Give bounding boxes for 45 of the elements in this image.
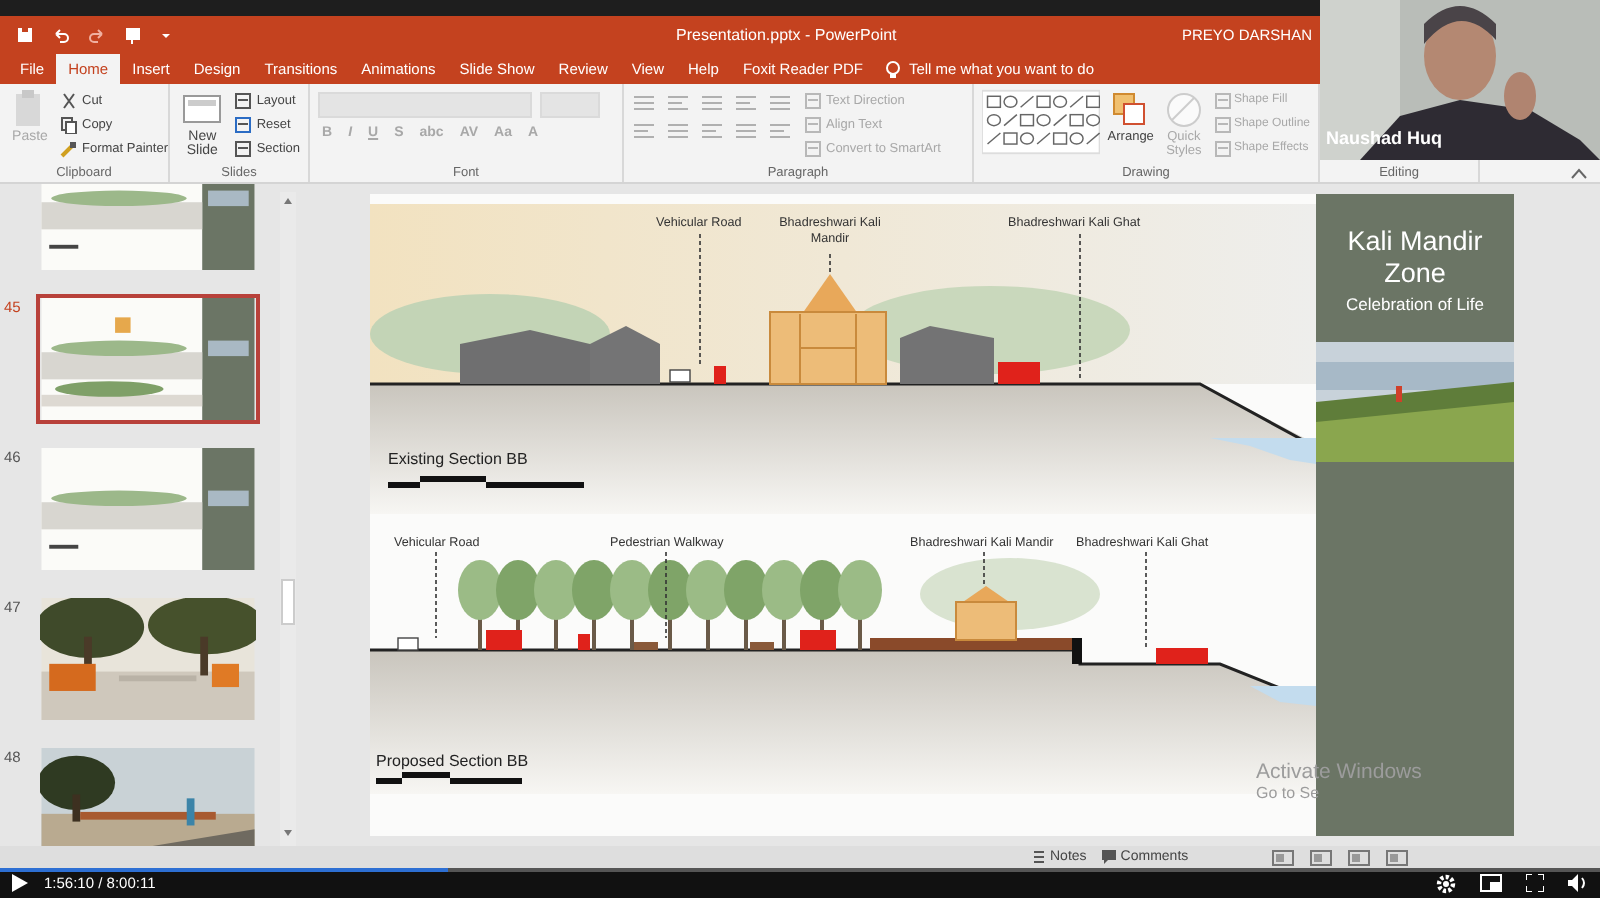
leader-line bbox=[665, 551, 667, 639]
undo-icon[interactable] bbox=[52, 26, 70, 44]
scissors-icon bbox=[60, 91, 78, 109]
slideshow-view-icon[interactable] bbox=[1386, 849, 1409, 865]
list-icon[interactable] bbox=[700, 94, 724, 112]
align-icon[interactable] bbox=[768, 122, 792, 140]
font-name-field[interactable] bbox=[318, 92, 532, 118]
section-caption: Proposed Section BB bbox=[376, 752, 529, 770]
leader-line bbox=[829, 253, 831, 275]
align-icon[interactable] bbox=[734, 122, 758, 140]
panel-subtitle: Celebration of Life bbox=[1345, 294, 1485, 314]
slideshow-icon[interactable] bbox=[124, 26, 142, 44]
save-icon[interactable] bbox=[16, 26, 34, 44]
align-icon[interactable] bbox=[666, 122, 690, 140]
paintbrush-icon bbox=[60, 139, 78, 157]
copy-icon bbox=[60, 115, 78, 133]
font-size-field[interactable] bbox=[540, 92, 600, 118]
scrollbar[interactable] bbox=[280, 192, 296, 846]
list-icon[interactable] bbox=[768, 94, 792, 112]
list-icon[interactable] bbox=[666, 94, 690, 112]
redo-icon[interactable] bbox=[88, 26, 106, 44]
leader-line bbox=[435, 551, 437, 639]
slide-sorter-icon[interactable] bbox=[1310, 849, 1333, 865]
leader-line bbox=[983, 551, 985, 587]
section-caption: Existing Section BB bbox=[388, 450, 528, 468]
play-icon[interactable] bbox=[12, 874, 28, 892]
lightbulb-icon bbox=[886, 59, 901, 79]
picture-in-picture-icon[interactable] bbox=[1480, 874, 1502, 892]
fullscreen-icon[interactable] bbox=[1526, 874, 1544, 892]
volume-icon[interactable] bbox=[1568, 874, 1588, 892]
reading-view-icon[interactable] bbox=[1348, 849, 1371, 865]
notes-icon bbox=[1032, 850, 1046, 864]
panel-title: Kali Mandir Zone bbox=[1345, 226, 1485, 290]
shapes-gallery[interactable] bbox=[982, 88, 1100, 156]
normal-view-icon[interactable] bbox=[1272, 849, 1295, 865]
speech-bubble-icon bbox=[1102, 850, 1117, 864]
leader-line bbox=[1145, 551, 1147, 649]
list-icon[interactable] bbox=[734, 94, 758, 112]
settings-icon[interactable] bbox=[1436, 873, 1456, 893]
align-icon[interactable] bbox=[700, 122, 724, 140]
leader-line bbox=[699, 233, 701, 367]
collapse-ribbon-icon[interactable] bbox=[1570, 168, 1588, 180]
window-title: Presentation.pptx - PowerPoint bbox=[676, 26, 897, 44]
list-icon[interactable] bbox=[632, 94, 656, 112]
align-icon[interactable] bbox=[632, 122, 656, 140]
